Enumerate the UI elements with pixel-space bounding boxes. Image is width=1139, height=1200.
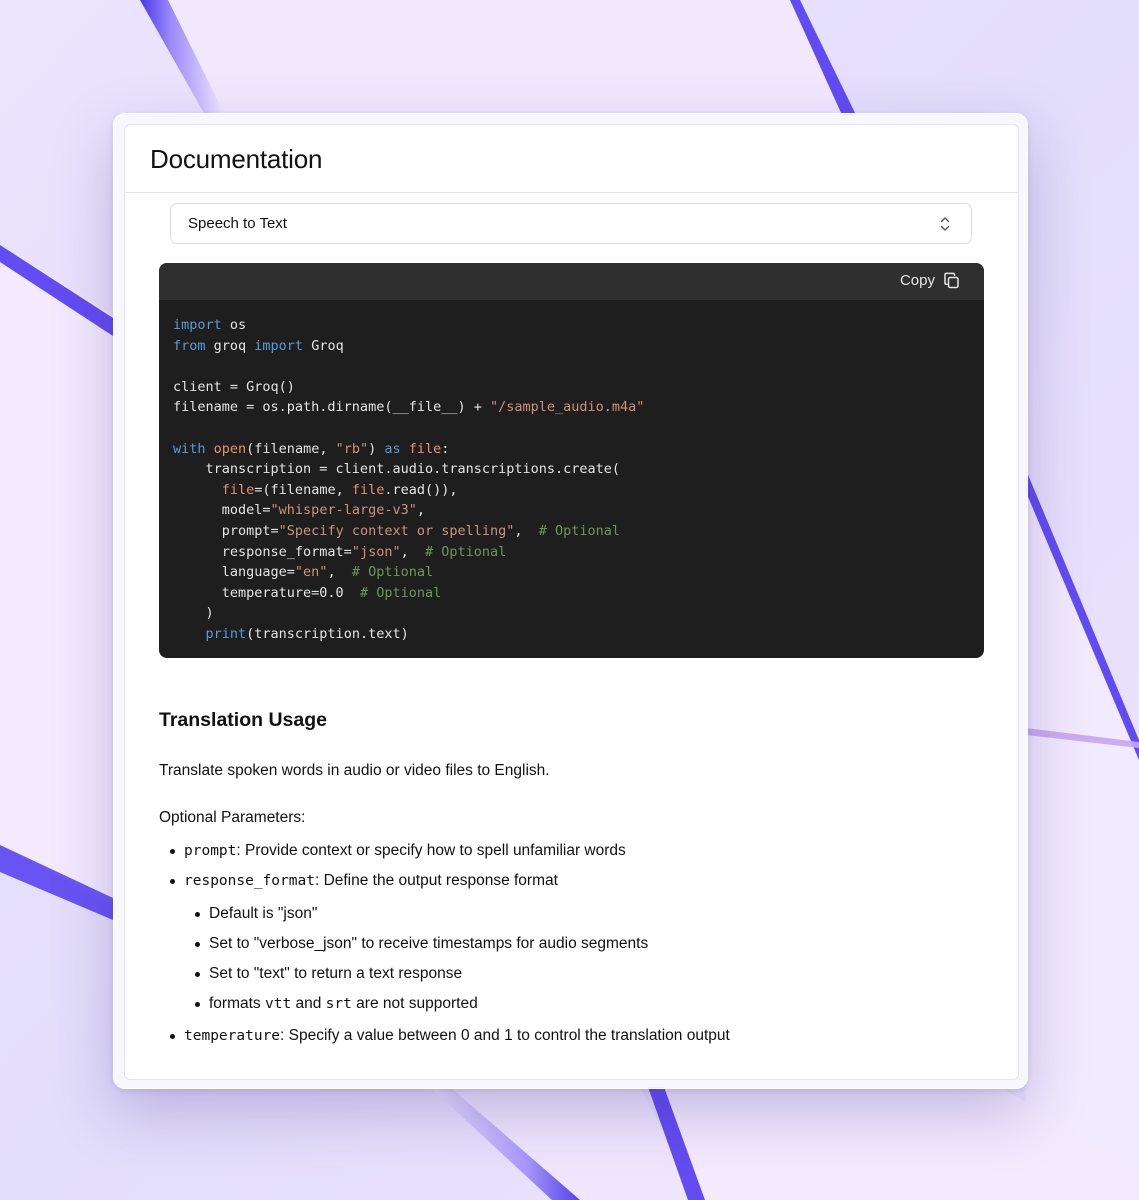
code-line: transcription = client.audio.transcripti… [173,459,970,480]
code-token: "/sample_audio.m4a" [489,399,645,416]
code-token: "Specify context or spelling" [278,522,515,539]
param-text: : Provide context or specify how to spel… [236,842,626,859]
code-line: model="whisper-large-v3", [173,500,970,521]
code-token: model= [173,502,271,519]
code-token: .read()), [384,481,458,498]
code-token: "json" [351,543,401,560]
text-fragment: formats [209,995,265,1012]
code-token: import [254,337,304,354]
code-token: prompt= [173,522,279,539]
code-token: , [400,543,425,560]
chevron-up-down-icon [940,217,950,231]
code-token: filename = os.path.dirname(__file__) + [173,399,490,416]
code-line: response_format="json", # Optional [173,542,970,563]
code-token: import [173,317,222,333]
panel-title: Documentation [150,144,323,174]
code-token: groq [205,337,255,354]
code-token: , [327,564,352,581]
code-token: language= [173,564,295,581]
translation-section: Translation Usage Translate spoken words… [159,705,979,1055]
code-line: language="en", # Optional [173,562,970,583]
code-token: as [384,440,401,457]
code-token: =(filename, [254,481,352,498]
code-token: client = Groq() [173,378,295,395]
code-token: response_format= [173,543,352,560]
format-code: srt [325,996,352,1012]
code-content: import os from groq import Groq client = G… [159,300,984,645]
params-label: Optional Parameters: [159,809,306,826]
code-line: prompt="Specify context or spelling", # … [173,521,970,542]
code-token: "rb" [335,440,369,457]
list-item-response-format: response_format: Define the output respo… [170,870,979,1015]
copy-button[interactable]: Copy [900,272,960,289]
response-format-sublist: Default is "json" Set to "verbose_json" … [184,903,979,1015]
code-line: import os [173,315,970,336]
code-token: file [408,440,442,457]
code-token: ) [173,605,214,622]
code-toolbar: Copy [159,263,984,300]
param-code: prompt [184,843,237,859]
code-token: file [221,481,255,498]
text-fragment: are not supported [351,995,478,1012]
list-item: Set to "text" to return a text response [195,963,979,985]
code-line: print(transcription.text) [173,624,970,645]
code-token: : [441,440,450,457]
copy-icon [944,272,959,289]
list-item-temperature: temperature: Specify a value between 0 a… [170,1025,979,1047]
section-description: Translate spoken words in audio or video… [159,762,550,779]
code-token: # Optional [538,522,621,539]
copy-label: Copy [899,272,935,289]
panel-header: Documentation [125,125,1018,193]
list-item-prompt: prompt: Provide context or specify how t… [170,840,979,862]
code-line: with open(filename, "rb") as file: [173,439,970,460]
code-token: from [173,337,206,354]
code-token: , [416,502,425,519]
code-token: transcription = client.audio.transcripti… [173,461,621,478]
code-token: (filename, [246,440,336,457]
code-line: client = Groq() [173,377,970,398]
code-token: , [514,522,539,539]
code-token: os [221,317,247,333]
code-line: ) [173,603,970,624]
param-text: : Specify a value between 0 and 1 to con… [280,1027,730,1044]
code-line: temperature=0.0 # Optional [173,583,970,604]
param-list: prompt: Provide context or specify how t… [159,840,979,1047]
code-line: from groq import Groq [173,336,970,357]
code-token: (transcription.text) [246,625,409,642]
documentation-panel: Documentation Speech to Text Copy import… [124,124,1019,1080]
select-value: Speech to Text [188,215,287,232]
code-block: Copy import os from groq import Groq clien… [159,263,984,658]
code-token: with [173,440,206,457]
code-token: print [205,625,247,642]
code-token: "en" [294,564,328,581]
code-token: # Optional [351,564,434,581]
code-token: ) [368,440,385,457]
text-fragment: and [291,995,326,1012]
section-heading: Translation Usage [159,709,327,731]
param-code: temperature [184,1028,281,1044]
code-token: # Optional [359,584,442,601]
code-line: file=(filename, file.read()), [173,480,970,501]
list-item: Set to "verbose_json" to receive timesta… [195,933,979,955]
code-token: "whisper-large-v3" [270,502,417,519]
param-code: response_format [184,873,315,889]
code-token: Groq [303,337,344,354]
code-token: temperature=0.0 [173,584,360,601]
list-item: formats vtt and srt are not supported [195,993,979,1015]
code-token: open [213,440,247,457]
code-token: # Optional [424,543,507,560]
param-text: : Define the output response format [314,872,558,889]
code-line: filename = os.path.dirname(__file__) + "… [173,397,970,418]
list-item: Default is "json" [195,903,979,925]
code-token: file [351,481,385,498]
format-code: vtt [264,996,292,1012]
doc-topic-select[interactable]: Speech to Text [170,203,972,244]
documentation-window: Documentation Speech to Text Copy import… [113,113,1028,1089]
